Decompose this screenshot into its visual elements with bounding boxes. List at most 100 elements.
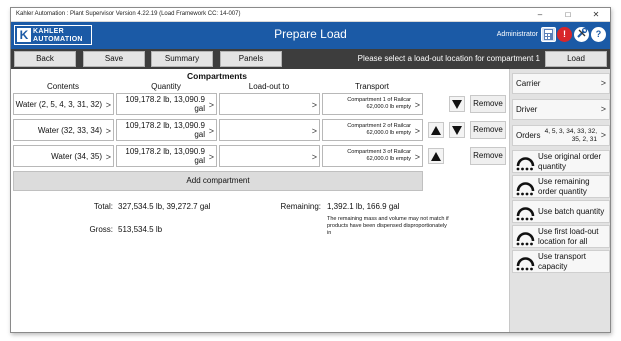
- quantity-value: 109,178.2 lb, 13,090.9 gal: [125, 95, 205, 113]
- toggle-label: Use remaining order quantity: [538, 177, 590, 196]
- gross-value: 513,534.5 lb: [118, 225, 163, 234]
- chevron-right-icon: >: [600, 130, 606, 140]
- loadout-value: [217, 94, 308, 114]
- back-button[interactable]: Back: [14, 51, 76, 67]
- toggle-label: Use transport capacity: [538, 252, 587, 271]
- add-compartment-button[interactable]: Add compartment: [13, 171, 423, 191]
- contents-cell[interactable]: Water (34, 35) >: [13, 145, 114, 167]
- remove-button[interactable]: Remove: [470, 121, 506, 139]
- transport-line-1: Compartment 1 of Railcar: [347, 97, 411, 103]
- transport-value: Compartment 1 of Railcar 62,000.0 lb empt…: [320, 94, 411, 114]
- status-message: Please select a load-out location for co…: [357, 54, 540, 63]
- chevron-right-icon: >: [105, 126, 111, 136]
- panels-button[interactable]: Panels: [220, 51, 282, 67]
- contents-cell[interactable]: Water (2, 5, 4, 3, 31, 32) >: [13, 93, 114, 115]
- move-up-button[interactable]: [428, 148, 444, 164]
- app-window: Kahler Automation : Plant Supervisor Ver…: [10, 7, 611, 333]
- loadout-header: Load-out to: [248, 82, 290, 91]
- transport-cell[interactable]: Compartment 2 of Railcar 62,000.0 lb empt…: [322, 119, 423, 141]
- loadout-cell[interactable]: >: [219, 119, 320, 141]
- transport-cell[interactable]: Compartment 1 of Railcar 62,000.0 lb empt…: [322, 93, 423, 115]
- transport-line-1: Compartment 2 of Railcar: [347, 123, 411, 129]
- quantity-cell[interactable]: 109,178.2 lb, 13,090.9 gal >: [116, 93, 217, 115]
- triangle-up-icon: [431, 152, 441, 161]
- transport-value: Compartment 2 of Railcar 62,000.0 lb empt…: [320, 120, 411, 140]
- remaining-label: Remaining:: [280, 202, 321, 211]
- quantity-cell[interactable]: 109,178.2 lb, 13,090.9 gal >: [116, 119, 217, 141]
- save-button[interactable]: Save: [83, 51, 145, 67]
- compartments-panel: Compartments Contents Quantity Load-out …: [11, 69, 509, 332]
- toggle-dial-icon: [516, 157, 535, 171]
- driver-label: Driver: [516, 105, 538, 114]
- chevron-right-icon: >: [600, 104, 606, 114]
- use-original-order-quantity-toggle[interactable]: Use original order quantity: [512, 150, 610, 173]
- orders-value: 4, 5, 3, 34, 33, 32, 35, 2, 31: [544, 128, 597, 143]
- load-button[interactable]: Load: [545, 51, 607, 67]
- contents-value: Water (2, 5, 4, 3, 31, 32): [15, 99, 102, 109]
- toolbar: Back Save Summary Panels Please select a…: [11, 49, 610, 69]
- minimize-button[interactable]: –: [526, 8, 554, 21]
- remove-button[interactable]: Remove: [470, 95, 506, 113]
- transport-header: Transport: [355, 82, 389, 91]
- contents-cell[interactable]: Water (32, 33, 34) >: [13, 119, 114, 141]
- alert-icon[interactable]: !: [557, 27, 572, 42]
- transport-line-2: 62,000.0 lb empty: [366, 130, 411, 136]
- loadout-value: [217, 146, 308, 166]
- use-remaining-order-quantity-toggle[interactable]: Use remaining order quantity: [512, 175, 610, 198]
- summary-button[interactable]: Summary: [151, 51, 213, 67]
- chevron-right-icon: >: [311, 126, 317, 136]
- window-titlebar: Kahler Automation : Plant Supervisor Ver…: [11, 8, 610, 22]
- chevron-right-icon: >: [105, 152, 111, 162]
- triangle-down-icon: [452, 126, 462, 135]
- compartments-title: Compartments: [187, 71, 247, 81]
- toggle-label: Use batch quantity: [538, 207, 605, 216]
- use-first-loadout-location-toggle[interactable]: Use first load-out location for all: [512, 225, 610, 248]
- triangle-up-icon: [431, 126, 441, 135]
- carrier-button[interactable]: Carrier >: [512, 73, 610, 94]
- toggle-dial-icon: [516, 182, 535, 196]
- total-label: Total:: [93, 202, 113, 211]
- calculator-icon[interactable]: [541, 27, 556, 42]
- transport-value: Compartment 3 of Railcar 62,000.0 lb empt…: [320, 146, 411, 166]
- app-header: K KAHLER AUTOMATION Prepare Load Adminis…: [11, 22, 610, 49]
- transport-line-1: Compartment 3 of Railcar: [347, 149, 411, 155]
- chevron-right-icon: >: [208, 100, 214, 110]
- loadout-cell[interactable]: >: [219, 93, 320, 115]
- chevron-right-icon: >: [208, 126, 214, 136]
- maximize-button[interactable]: □: [554, 8, 582, 21]
- chevron-right-icon: >: [208, 152, 214, 162]
- move-down-button[interactable]: [449, 96, 465, 112]
- driver-button[interactable]: Driver >: [512, 99, 610, 120]
- chevron-right-icon: >: [414, 126, 420, 136]
- orders-button[interactable]: Orders 4, 5, 3, 34, 33, 32, 35, 2, 31 >: [512, 125, 610, 146]
- transport-line-2: 62,000.0 lb empty: [366, 156, 411, 162]
- quantity-value: 109,178.2 lb, 13,090.9 gal: [125, 121, 205, 139]
- chevron-right-icon: >: [600, 78, 606, 88]
- toggle-dial-icon: [516, 207, 535, 221]
- chevron-right-icon: >: [311, 100, 317, 110]
- gross-label: Gross:: [89, 225, 113, 234]
- remove-button[interactable]: Remove: [470, 147, 506, 165]
- transport-line-2: 62,000.0 lb empty: [366, 104, 411, 110]
- chevron-right-icon: >: [414, 100, 420, 110]
- transport-cell[interactable]: Compartment 3 of Railcar 62,000.0 lb empt…: [322, 145, 423, 167]
- help-icon[interactable]: ?: [591, 27, 606, 42]
- quantity-cell[interactable]: 109,178.2 lb, 13,090.9 gal >: [116, 145, 217, 167]
- contents-value: Water (34, 35): [51, 151, 102, 161]
- move-up-button[interactable]: [428, 122, 444, 138]
- triangle-down-icon: [452, 100, 462, 109]
- loadout-cell[interactable]: >: [219, 145, 320, 167]
- quantity-header: Quantity: [151, 82, 181, 91]
- close-button[interactable]: ✕: [582, 8, 610, 21]
- loadout-value: [217, 120, 308, 140]
- user-name[interactable]: Administrator: [497, 31, 538, 38]
- toggle-dial-icon: [516, 232, 535, 246]
- move-down-button[interactable]: [449, 122, 465, 138]
- orders-label: Orders: [516, 131, 541, 140]
- tools-icon[interactable]: [574, 27, 589, 42]
- chevron-right-icon: >: [311, 152, 317, 162]
- toggle-label: Use first load-out location for all: [538, 227, 599, 246]
- contents-header: Contents: [46, 82, 80, 91]
- use-transport-capacity-toggle[interactable]: Use transport capacity: [512, 250, 610, 273]
- use-batch-quantity-toggle[interactable]: Use batch quantity: [512, 200, 610, 223]
